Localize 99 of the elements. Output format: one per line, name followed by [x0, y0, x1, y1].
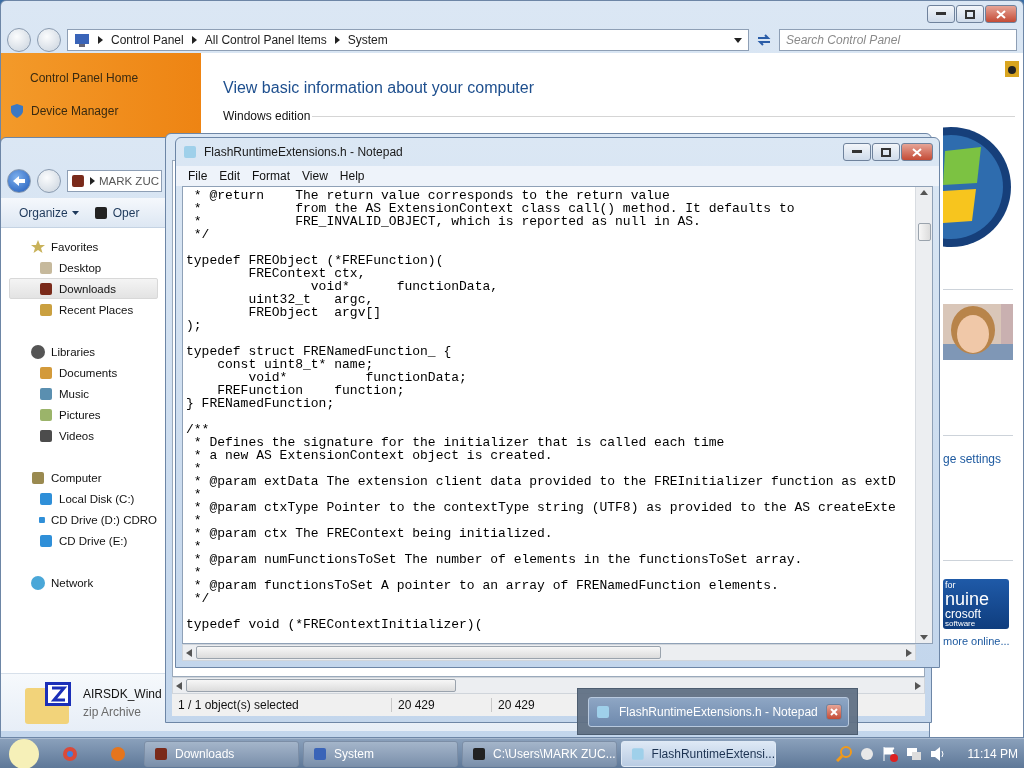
- scroll-thumb[interactable]: [196, 646, 661, 659]
- arrow-right-icon[interactable]: [906, 648, 912, 657]
- notepad-icon: [182, 144, 198, 160]
- maximize-icon: [881, 147, 891, 157]
- breadcrumb[interactable]: All Control Panel Items: [204, 33, 327, 47]
- minimize-icon: [852, 150, 862, 154]
- caret-icon: [71, 210, 79, 215]
- arrow-left-icon[interactable]: [176, 681, 182, 690]
- forward-button[interactable]: [37, 169, 61, 193]
- arrow-up-icon[interactable]: [920, 190, 928, 195]
- search-field[interactable]: Search Control Panel: [779, 29, 1017, 51]
- maximize-icon: [965, 9, 975, 19]
- nav-item[interactable]: Local Disk (C:): [9, 488, 158, 509]
- zip-folder-icon: [25, 681, 73, 724]
- address-bar[interactable]: Control Panel All Control Panel Items System: [67, 29, 749, 51]
- refresh-icon[interactable]: [755, 32, 773, 48]
- scroll-thumb[interactable]: [186, 679, 456, 692]
- network-icon[interactable]: [905, 745, 922, 762]
- section-title: Windows edition: [223, 109, 311, 123]
- arrow-left-icon[interactable]: [186, 648, 192, 657]
- scroll-thumb[interactable]: [917, 223, 931, 241]
- dropdown-icon[interactable]: [734, 37, 742, 43]
- minimize-button[interactable]: [927, 5, 955, 23]
- breadcrumb[interactable]: Control Panel: [111, 33, 184, 47]
- chevron-icon: [98, 36, 103, 44]
- status-text: 20 429: [392, 698, 492, 712]
- close-icon: [829, 707, 838, 716]
- sidebar-link[interactable]: Control Panel Home: [9, 71, 201, 85]
- minimize-icon: [936, 12, 946, 16]
- badge-text: nuine: [945, 590, 991, 608]
- page-heading: View basic information about your computer: [223, 79, 535, 97]
- genuine-badge[interactable]: for nuine crosoft software: [943, 579, 1009, 629]
- nav-item[interactable]: Pictures: [9, 404, 158, 425]
- chevron-icon: [89, 177, 95, 185]
- breadcrumb[interactable]: MARK ZUC: [98, 175, 159, 187]
- taskbar-button[interactable]: FlashRuntimeExtensi...: [621, 740, 776, 767]
- flag-icon[interactable]: [881, 745, 898, 762]
- notepad-icon: [630, 745, 646, 762]
- nav-item[interactable]: Downloads: [9, 278, 158, 299]
- menu-item[interactable]: Help: [333, 169, 371, 183]
- nav-item[interactable]: Recent Places: [9, 299, 158, 320]
- back-arrow-icon: [13, 176, 25, 186]
- settings-link[interactable]: ge settings: [943, 452, 1013, 466]
- forward-button[interactable]: [37, 28, 61, 52]
- nav-item[interactable]: Videos: [9, 425, 158, 446]
- nav-item[interactable]: Favorites: [9, 236, 158, 257]
- tray-icon[interactable]: [859, 746, 874, 761]
- arrow-right-icon[interactable]: [915, 681, 921, 690]
- circle-icon: [30, 343, 46, 360]
- shield-icon: [9, 103, 25, 119]
- status-text: 1 / 1 object(s) selected: [172, 698, 392, 712]
- nav-item[interactable]: Computer: [9, 467, 158, 488]
- maximize-button[interactable]: [872, 143, 900, 161]
- speaker-icon[interactable]: [929, 745, 946, 762]
- nav-item[interactable]: Network: [9, 572, 158, 593]
- menu-item[interactable]: Format: [246, 169, 297, 183]
- nav-item[interactable]: Libraries: [9, 341, 158, 362]
- code-text: * @return The return value corresponds to the return value * from the AS ExtensionContext class call() method. It defaults to * FRE_INVALID_OBJECT, which is reported as null in AS. */ typedef FREObject (*FREFunction)( FREContext ctx, void* functionData, uint32_t argc, FREObject argv[] ); typedef struct FRENamedFunction_ { const uint8_t* name; void* functionData; FREFunction function; } FRENamedFunction; /** * Defines the signature for the initializer that is called each time * a new AS ExtensionContext object is created. * * @param extData The extension client data provided to the FREInitializer function as extD * * @param ctxType Pointer to the contextType string (UTF8) as provided to the AS createExte * * @param ctx The FREContext being initialized. * * @param numFunctionsToSet The number of elements in the functionsToSet array. * * @param functionsToSet A pointer to an array of FRENamedFunction elements. */ typedef void (*FREContextInitializer)(: [185, 187, 897, 634]
- chevron-icon: [191, 36, 197, 44]
- more-link[interactable]: more online...: [943, 635, 1013, 647]
- address-bar[interactable]: MARK ZUC: [67, 170, 162, 192]
- breadcrumb[interactable]: System: [347, 33, 388, 47]
- browser-icon: [62, 745, 78, 762]
- chevron-icon: [334, 36, 340, 44]
- minimize-button[interactable]: [843, 143, 871, 161]
- arrow-down-icon[interactable]: [920, 635, 928, 640]
- back-button[interactable]: [7, 169, 31, 193]
- close-icon: [996, 9, 1006, 19]
- toolbar-button[interactable]: Oper: [92, 204, 140, 221]
- nav-item[interactable]: Desktop: [9, 257, 158, 278]
- close-button[interactable]: [825, 703, 842, 720]
- back-button[interactable]: [7, 28, 31, 52]
- nav-item[interactable]: Documents: [9, 362, 158, 383]
- scrollbar[interactable]: [182, 644, 916, 661]
- help-icon[interactable]: [1005, 61, 1019, 77]
- maximize-button[interactable]: [956, 5, 984, 23]
- close-icon: [912, 147, 922, 157]
- preview-title: FlashRuntimeExtensions.h - Notepad: [619, 704, 818, 719]
- menu-item[interactable]: Edit: [213, 169, 247, 183]
- file-name: AIRSDK_Wind: [83, 686, 162, 701]
- menu-item[interactable]: View: [296, 169, 334, 183]
- nav-item[interactable]: Music: [9, 383, 158, 404]
- badge-text: for: [945, 581, 957, 590]
- nav-item[interactable]: CD Drive (D:) CDRO: [9, 509, 158, 530]
- window-title: FlashRuntimeExtensions.h - Notepad: [204, 145, 404, 159]
- clock[interactable]: 11:14 PM: [967, 746, 1018, 761]
- file-type: zip Archive: [83, 704, 143, 719]
- star-icon: [30, 238, 46, 255]
- scrollbar[interactable]: [915, 187, 932, 643]
- close-button[interactable]: [901, 143, 933, 161]
- nav-item[interactable]: CD Drive (E:): [9, 530, 158, 551]
- close-button[interactable]: [985, 5, 1017, 23]
- toolbar-button[interactable]: Organize: [19, 205, 79, 220]
- sidebar-link[interactable]: Device Manager: [9, 103, 201, 119]
- badge-text: crosoft: [945, 608, 982, 620]
- menu-item[interactable]: File: [182, 169, 214, 183]
- badge-text: software: [945, 620, 977, 628]
- notepad-icon: [595, 703, 611, 720]
- browser-icon: [110, 745, 126, 762]
